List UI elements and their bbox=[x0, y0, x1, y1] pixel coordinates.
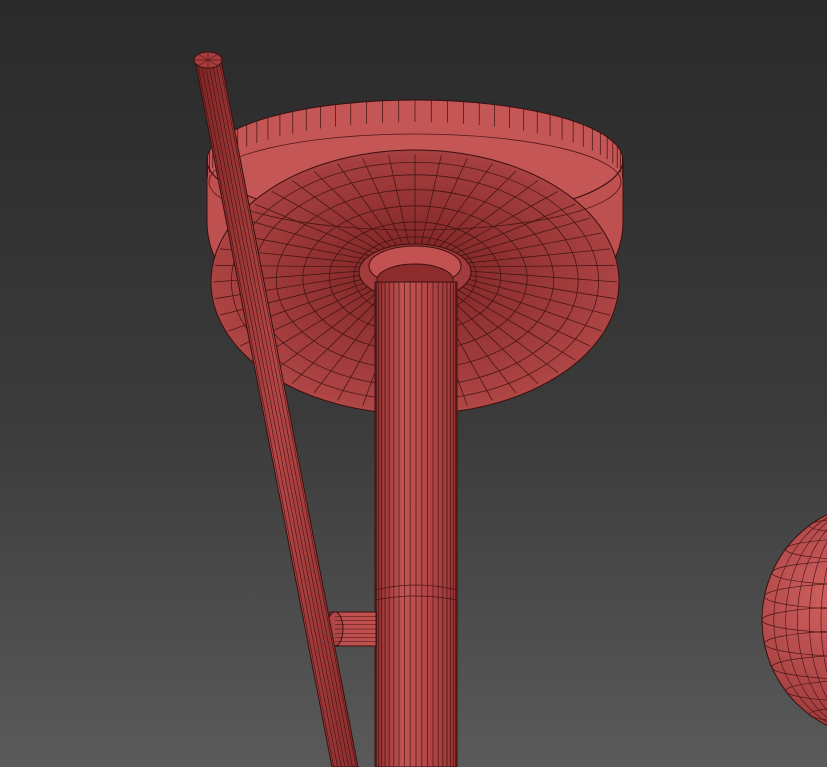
wireframe-scene[interactable] bbox=[0, 0, 827, 767]
pole-mesh[interactable] bbox=[374, 281, 458, 767]
3d-viewport[interactable] bbox=[0, 0, 827, 767]
peg-mesh[interactable] bbox=[326, 611, 377, 647]
rod-cap-wireframe bbox=[194, 52, 222, 68]
sphere-body bbox=[761, 514, 827, 726]
sphere-mesh[interactable] bbox=[761, 502, 827, 738]
